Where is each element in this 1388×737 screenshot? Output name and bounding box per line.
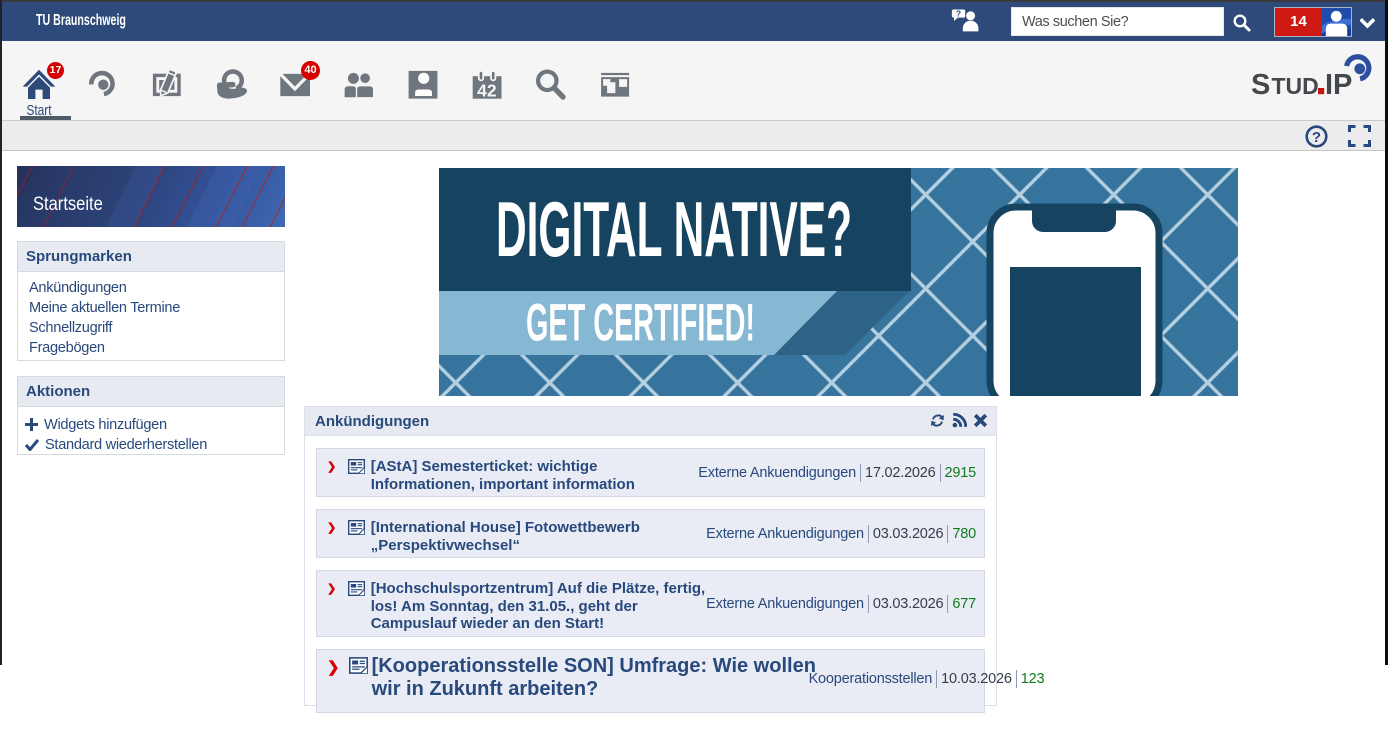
svg-text:S: S (1251, 69, 1270, 95)
svg-text:?: ? (956, 9, 961, 18)
svg-text:IP: IP (1325, 69, 1352, 95)
svg-text:42: 42 (477, 81, 497, 100)
svg-text:GET CERTIFIED!: GET CERTIFIED! (526, 294, 755, 353)
svg-text:?: ? (1312, 129, 1321, 146)
svg-text:TUD: TUD (1272, 73, 1319, 95)
svg-text:DIGITAL NATIVE?: DIGITAL NATIVE? (496, 185, 852, 273)
